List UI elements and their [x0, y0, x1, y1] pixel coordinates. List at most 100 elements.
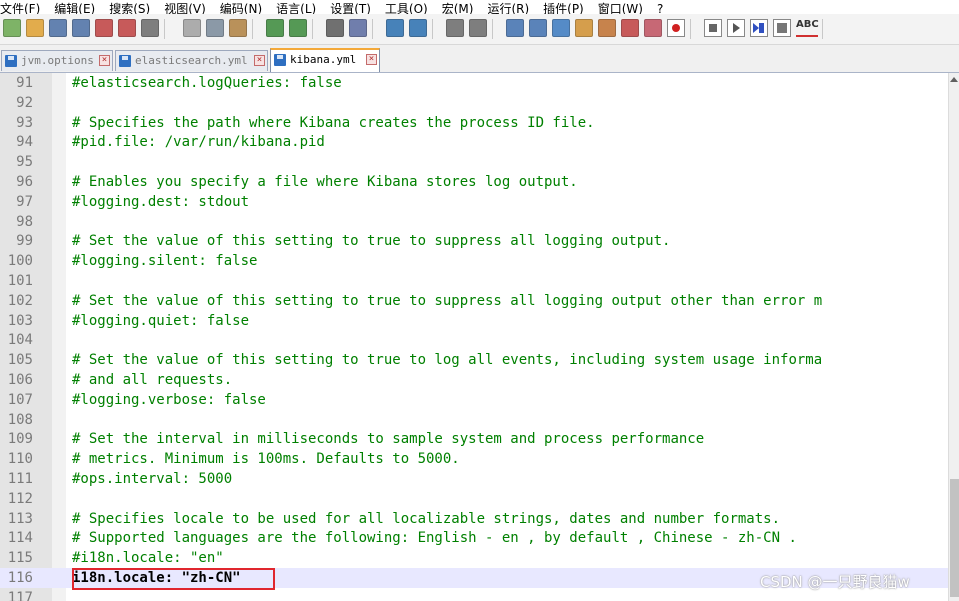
- copy-icon[interactable]: [206, 19, 224, 37]
- redo-icon[interactable]: [289, 19, 307, 37]
- code-line[interactable]: 97 #logging.dest: stdout: [0, 192, 948, 212]
- code-line[interactable]: 102 # Set the value of this setting to tr…: [0, 291, 948, 311]
- line-text: # Set the value of this setting to true …: [72, 352, 823, 369]
- line-number: 96: [16, 174, 33, 190]
- line-number: 107: [7, 391, 33, 408]
- sync-horizontal-icon[interactable]: [469, 19, 487, 37]
- code-line[interactable]: 104: [0, 330, 948, 350]
- line-number: 111: [7, 471, 33, 487]
- find-icon[interactable]: [326, 19, 344, 37]
- line-text: # Set the interval in milliseconds to sa…: [72, 431, 705, 448]
- undo-icon[interactable]: [266, 19, 284, 37]
- vertical-scrollbar[interactable]: [948, 73, 959, 601]
- line-number: 104: [7, 332, 33, 349]
- line-text: # Supported languages are the following:…: [72, 530, 797, 547]
- menu-item[interactable]: 视图(V): [164, 3, 206, 14]
- paste-icon[interactable]: [229, 19, 247, 37]
- menu-item[interactable]: 文件(F): [0, 3, 40, 14]
- line-number: 102: [7, 292, 33, 309]
- close-tab-icon[interactable]: ×: [366, 54, 377, 65]
- code-line[interactable]: 107 #logging.verbose: false: [0, 390, 948, 410]
- save-all-icon[interactable]: [72, 19, 90, 37]
- code-line[interactable]: 114 # Supported languages are the followi…: [0, 528, 948, 548]
- line-text: #logging.verbose: false: [72, 391, 266, 408]
- code-line[interactable]: 95: [0, 152, 948, 172]
- code-line[interactable]: 103 #logging.quiet: false: [0, 311, 948, 331]
- menu-item[interactable]: 语言(L): [276, 3, 316, 14]
- code-line[interactable]: 100 #logging.silent: false: [0, 251, 948, 271]
- line-number: 101: [7, 273, 33, 289]
- open-file-icon[interactable]: [26, 19, 44, 37]
- menu-item[interactable]: 编码(N): [220, 3, 262, 14]
- code-line[interactable]: 108: [0, 410, 948, 430]
- line-number: 112: [7, 490, 33, 507]
- folder-workspace-icon[interactable]: [621, 19, 639, 37]
- menu-item[interactable]: 设置(T): [330, 3, 371, 14]
- function-list-icon[interactable]: [598, 19, 616, 37]
- record-macro-icon[interactable]: [667, 19, 685, 37]
- replace-icon[interactable]: [349, 19, 367, 37]
- run-macro-multiple-icon[interactable]: [750, 19, 768, 37]
- close-icon[interactable]: [95, 19, 113, 37]
- line-number: 116: [7, 570, 33, 586]
- save-macro-icon[interactable]: [773, 19, 791, 37]
- menu-item[interactable]: 运行(R): [487, 3, 529, 14]
- scroll-up-arrow-icon[interactable]: [950, 77, 958, 82]
- menu-item[interactable]: 搜索(S): [109, 3, 150, 14]
- code-line[interactable]: 115 #i18n.locale: "en": [0, 548, 948, 568]
- line-text: #i18n.locale: "en": [72, 550, 224, 567]
- tab-jvm-options[interactable]: jvm.options ×: [1, 50, 113, 71]
- line-number: 114: [7, 530, 33, 547]
- line-number: 91: [16, 75, 33, 91]
- save-icon[interactable]: [49, 19, 67, 37]
- tab-kibana-yml[interactable]: kibana.yml ×: [270, 48, 380, 72]
- zoom-in-icon[interactable]: [386, 19, 404, 37]
- menu-item[interactable]: 插件(P): [543, 3, 584, 14]
- play-macro-icon[interactable]: [727, 19, 745, 37]
- code-line[interactable]: 109 # Set the interval in milliseconds to…: [0, 429, 948, 449]
- code-line[interactable]: 111 #ops.interval: 5000: [0, 469, 948, 489]
- line-text: #logging.dest: stdout: [72, 193, 250, 210]
- zoom-out-icon[interactable]: [409, 19, 427, 37]
- file-saved-icon: [274, 54, 286, 66]
- code-line[interactable]: 98: [0, 212, 948, 232]
- word-wrap-icon[interactable]: [506, 19, 524, 37]
- code-line[interactable]: 93 # Specifies the path where Kibana crea…: [0, 113, 948, 133]
- show-all-chars-icon[interactable]: [529, 19, 547, 37]
- sync-vertical-icon[interactable]: [446, 19, 464, 37]
- indent-guide-icon[interactable]: [552, 19, 570, 37]
- menu-item[interactable]: ?: [657, 3, 663, 14]
- line-text: #pid.file: /var/run/kibana.pid: [72, 134, 325, 151]
- code-line[interactable]: 99 # Set the value of this setting to tru…: [0, 231, 948, 251]
- code-line[interactable]: 110 # metrics. Minimum is 100ms. Defaults…: [0, 449, 948, 469]
- line-text: #elasticsearch.logQueries: false: [72, 75, 342, 91]
- stop-record-icon[interactable]: [704, 19, 722, 37]
- code-line[interactable]: 101: [0, 271, 948, 291]
- menu-item[interactable]: 工具(O): [385, 3, 428, 14]
- code-line[interactable]: 96 # Enables you specify a file where Kib…: [0, 172, 948, 192]
- code-editor[interactable]: 91 #elasticsearch.logQueries: false 92 93 # …: [0, 73, 948, 601]
- code-line[interactable]: 105 # Set the value of this setting to tr…: [0, 350, 948, 370]
- close-all-icon[interactable]: [118, 19, 136, 37]
- scrollbar-thumb[interactable]: [950, 479, 959, 597]
- spell-check-icon[interactable]: ABC: [796, 19, 819, 37]
- code-line[interactable]: 112: [0, 489, 948, 509]
- monitoring-icon[interactable]: [644, 19, 662, 37]
- doc-map-icon[interactable]: [575, 19, 593, 37]
- close-tab-icon[interactable]: ×: [254, 55, 265, 66]
- toolbar-separator: [372, 19, 373, 39]
- menu-item[interactable]: 宏(M): [442, 3, 474, 14]
- close-tab-icon[interactable]: ×: [99, 55, 110, 66]
- cut-icon[interactable]: [183, 19, 201, 37]
- code-line[interactable]: 94 #pid.file: /var/run/kibana.pid: [0, 132, 948, 152]
- line-text: #logging.quiet: false: [72, 312, 250, 329]
- menu-item[interactable]: 编辑(E): [54, 3, 95, 14]
- code-line[interactable]: 92: [0, 93, 948, 113]
- new-file-icon[interactable]: [3, 19, 21, 37]
- code-line[interactable]: 91 #elasticsearch.logQueries: false: [0, 73, 948, 93]
- menu-item[interactable]: 窗口(W): [598, 3, 643, 14]
- code-line[interactable]: 113 # Specifies locale to be used for all…: [0, 509, 948, 529]
- print-icon[interactable]: [141, 19, 159, 37]
- code-line[interactable]: 106 # and all requests.: [0, 370, 948, 390]
- tab-elasticsearch-yml[interactable]: elasticsearch.yml ×: [115, 50, 268, 71]
